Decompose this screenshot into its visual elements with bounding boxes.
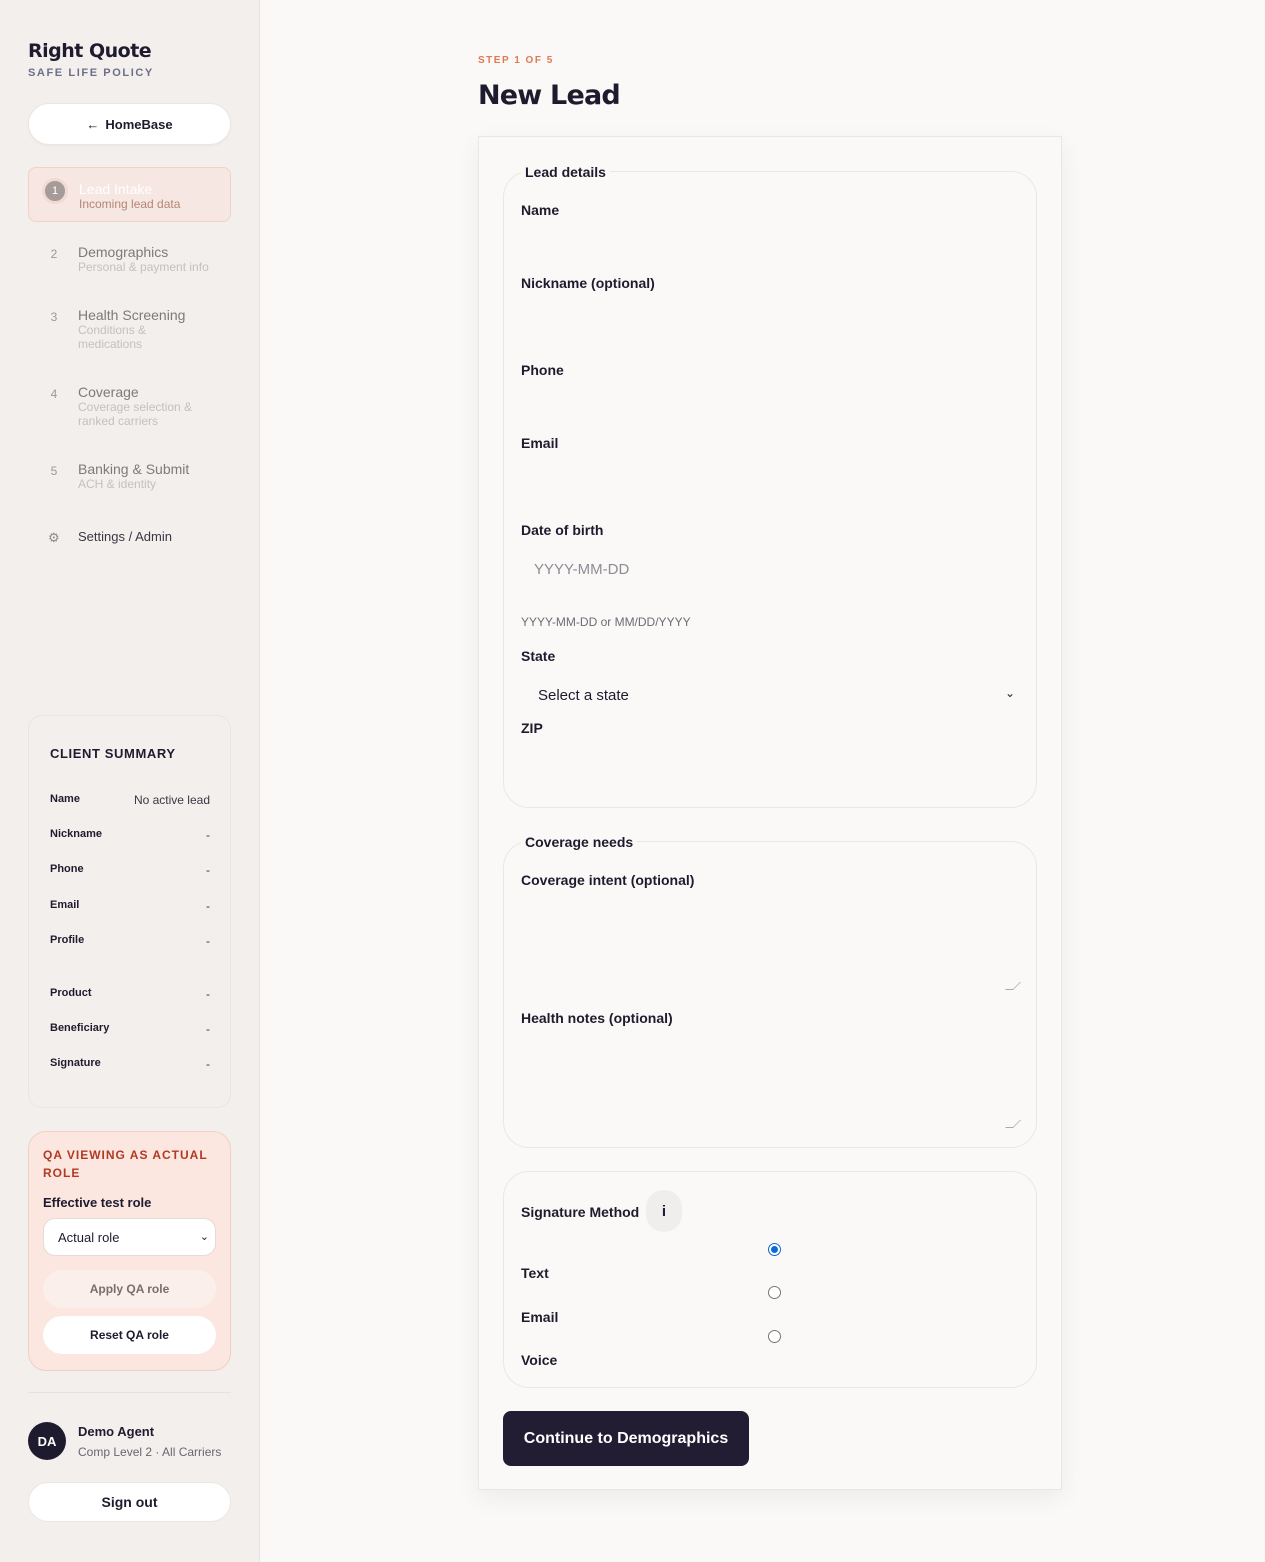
signature-text-label: Text (521, 1265, 549, 1281)
coverage-intent-label: Coverage intent (optional) (521, 872, 695, 888)
coverage-intent-textarea[interactable] (521, 894, 1021, 992)
reset-qa-role-button[interactable]: Reset QA role (43, 1316, 216, 1354)
summary-key: Nickname (50, 828, 102, 840)
client-summary-panel: CLIENT SUMMARY Name No active lead Nickn… (28, 715, 231, 1108)
summary-value: - (206, 987, 210, 1001)
signature-text-radio[interactable] (768, 1243, 781, 1256)
divider (28, 1392, 231, 1393)
name-input[interactable] (521, 222, 1018, 258)
info-icon[interactable]: i (646, 1190, 682, 1232)
summary-key: Product (50, 987, 92, 999)
zip-input[interactable] (521, 740, 1018, 780)
summary-value: - (206, 1022, 210, 1036)
gear-icon: ⚙ (48, 530, 60, 545)
apply-qa-role-button[interactable]: Apply QA role (43, 1270, 216, 1308)
lead-details-legend: Lead details (521, 164, 610, 180)
summary-key: Name (50, 793, 80, 805)
step-title: Health Screening (78, 307, 186, 323)
qa-role-value: Actual role (58, 1229, 120, 1245)
signature-method-label: Signature Method (521, 1204, 640, 1220)
step-title: Lead Intake (79, 181, 153, 197)
summary-value: - (206, 899, 210, 913)
state-select[interactable]: Select a state ⌄ (521, 680, 1018, 710)
step-subtitle: Personal & payment info (78, 260, 209, 274)
step-number: 5 (50, 464, 58, 478)
sidebar: Right Quote SAFE LIFE POLICY ← HomeBase … (0, 0, 260, 1562)
step-number: 2 (50, 247, 58, 261)
summary-value: - (206, 1057, 210, 1071)
nickname-input[interactable] (521, 295, 1018, 345)
homebase-button[interactable]: ← HomeBase (28, 103, 231, 145)
homebase-label: HomeBase (105, 116, 173, 132)
phone-label: Phone (521, 362, 564, 378)
qa-title: QA VIEWING AS ACTUAL ROLE (43, 1148, 208, 1180)
step-indicator: STEP 1 OF 5 (478, 55, 554, 66)
step-health-screening[interactable]: 3 Health Screening Conditions & medicati… (28, 307, 231, 353)
continue-button[interactable]: Continue to Demographics (503, 1411, 749, 1466)
summary-value: - (206, 828, 210, 842)
coverage-needs-legend: Coverage needs (521, 834, 638, 850)
phone-input[interactable] (521, 382, 1018, 418)
summary-value: - (206, 863, 210, 877)
summary-key: Signature (50, 1057, 101, 1069)
step-subtitle: ACH & identity (78, 477, 157, 491)
state-select-value: Select a state (538, 687, 629, 704)
brand-name: Right Quote (28, 40, 152, 62)
step-title: Banking & Submit (78, 461, 190, 477)
step-subtitle: Conditions & medications (78, 323, 147, 351)
step-subtitle: Incoming lead data (79, 197, 181, 211)
step-number: 3 (50, 310, 58, 324)
qa-role-select[interactable]: Actual role ⌄ (43, 1218, 216, 1256)
email-input[interactable] (521, 455, 1018, 505)
chevron-down-icon: ⌄ (199, 1231, 209, 1243)
health-notes-label: Health notes (optional) (521, 1010, 673, 1026)
step-coverage[interactable]: 4 Coverage Coverage selection & ranked c… (28, 384, 231, 430)
step-lead-intake[interactable]: 1 Lead Intake Incoming lead data (28, 167, 231, 222)
brand-subtitle: SAFE LIFE POLICY (28, 67, 154, 79)
settings-admin-link[interactable]: ⚙ Settings / Admin (28, 528, 231, 548)
summary-value: No active lead (133, 793, 210, 807)
qa-role-panel: QA VIEWING AS ACTUAL ROLE Effective test… (28, 1131, 231, 1371)
chevron-down-icon: ⌄ (1005, 686, 1016, 700)
signature-email-radio[interactable] (768, 1286, 781, 1299)
summary-value: - (206, 934, 210, 948)
signature-voice-label: Voice (521, 1352, 558, 1368)
summary-key: Email (50, 899, 80, 911)
email-label: Email (521, 435, 559, 451)
page-title: New Lead (478, 80, 621, 111)
dob-label: Date of birth (521, 522, 604, 538)
agent-meta: Comp Level 2 · All Carriers (78, 1445, 222, 1459)
avatar: DA (28, 1422, 66, 1460)
step-title: Demographics (78, 244, 169, 260)
agent-name: Demo Agent (78, 1424, 155, 1439)
signature-email-label: Email (521, 1309, 559, 1325)
summary-key: Beneficiary (50, 1022, 110, 1034)
sign-out-button[interactable]: Sign out (28, 1482, 231, 1522)
signature-voice-radio[interactable] (768, 1330, 781, 1343)
health-notes-textarea[interactable] (521, 1032, 1021, 1130)
zip-label: ZIP (521, 720, 543, 736)
step-subtitle: Coverage selection & ranked carriers (78, 400, 193, 428)
summary-key: Phone (50, 863, 84, 875)
state-label: State (521, 648, 556, 664)
dob-hint: YYYY-MM-DD or MM/DD/YYYY (521, 615, 691, 629)
step-title: Coverage (78, 384, 139, 400)
settings-label: Settings / Admin (78, 529, 172, 544)
arrow-left-icon: ← (86, 116, 100, 132)
step-number: 1 (42, 178, 68, 204)
step-number: 4 (50, 387, 58, 401)
summary-key: Profile (50, 934, 85, 946)
dob-input[interactable]: YYYY-MM-DD (534, 561, 629, 578)
client-summary-heading: CLIENT SUMMARY (50, 746, 176, 761)
nickname-label: Nickname (optional) (521, 275, 655, 291)
qa-role-label: Effective test role (43, 1195, 152, 1210)
step-banking-submit[interactable]: 5 Banking & Submit ACH & identity (28, 461, 231, 495)
name-label: Name (521, 202, 560, 218)
step-demographics[interactable]: 2 Demographics Personal & payment info (28, 244, 231, 278)
